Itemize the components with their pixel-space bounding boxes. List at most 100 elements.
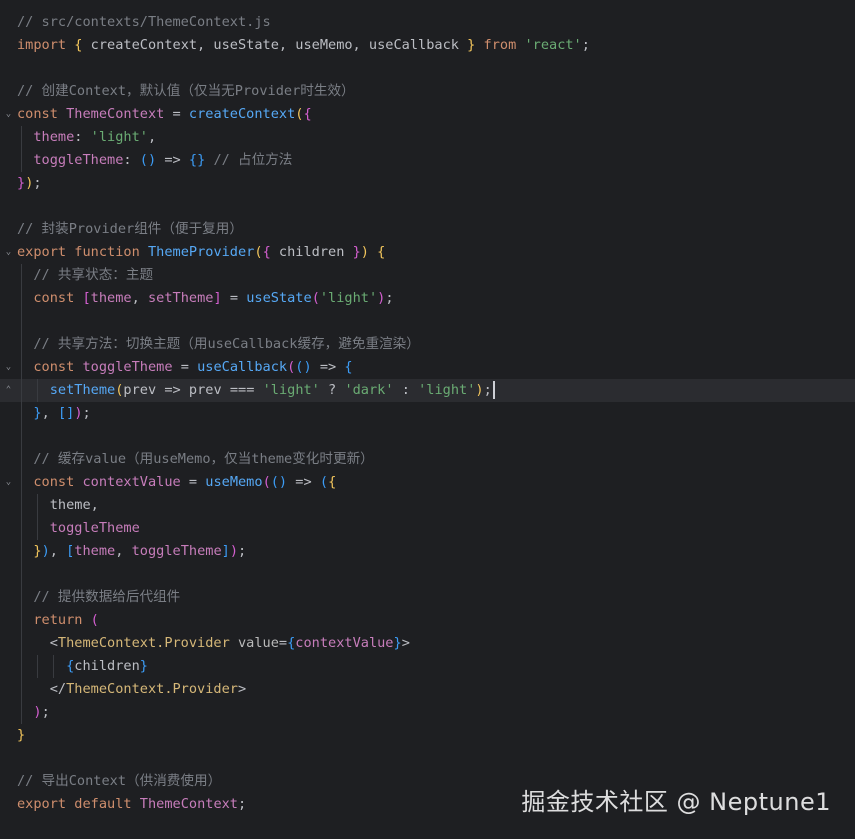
code-token: = [278, 635, 288, 651]
watermark: 掘金技术社区 @ Neptune1 [521, 788, 831, 816]
indent-guide [37, 494, 38, 517]
code-line[interactable] [0, 425, 855, 448]
code-token: const [17, 474, 75, 490]
code-token: ; [581, 37, 590, 53]
code-line[interactable]: ⌃ setTheme(prev => prev === 'light' ? 'd… [0, 379, 855, 402]
indent-guide [21, 356, 22, 379]
code-line[interactable]: }); [0, 172, 855, 195]
indent-guide [21, 471, 22, 494]
indent-guide [53, 655, 54, 678]
code-line[interactable]: // 封装Provider组件（便于复用） [0, 218, 855, 241]
code-line[interactable] [0, 747, 855, 770]
code-line[interactable]: // 共享方法：切换主题（用useCallback缓存，避免重渲染） [0, 333, 855, 356]
code-token: ( [254, 244, 263, 260]
indent-guide [37, 379, 38, 402]
code-line[interactable]: } [0, 724, 855, 747]
code-token: ; [385, 290, 394, 306]
code-line[interactable]: ⌄ const toggleTheme = useCallback(() => … [0, 356, 855, 379]
indent-guide [37, 655, 38, 678]
code-line[interactable]: }, []); [0, 402, 855, 425]
code-line[interactable]: toggleTheme [0, 517, 855, 540]
code-token: , [41, 405, 58, 421]
code-token: contextValue [82, 474, 181, 490]
code-token: theme [17, 129, 75, 145]
code-token: : [123, 152, 140, 168]
code-token: const [17, 359, 75, 375]
code-line[interactable]: ⌄ export function ThemeProvider({ childre… [0, 241, 855, 264]
code-token: setTheme [147, 290, 214, 306]
code-token: } [393, 635, 402, 651]
code-token: , [147, 129, 157, 145]
fold-chevron-icon[interactable]: ⌄ [3, 241, 14, 264]
code-line[interactable]: <ThemeContext.Provider value={contextVal… [0, 632, 855, 655]
code-token: theme [74, 543, 116, 559]
code-token: ) [475, 382, 484, 398]
code-token: toggleTheme [131, 543, 222, 559]
indent-guide [21, 609, 22, 632]
code-line[interactable]: ⌄ const contextValue = useMemo(() => ({ [0, 471, 855, 494]
code-token: // 缓存value（用useMemo，仅当theme变化时更新） [17, 451, 374, 467]
code-token: createContext, useState, useMemo, useCal… [82, 37, 468, 53]
code-line[interactable]: </ThemeContext.Provider> [0, 678, 855, 701]
code-token: 'light' [319, 290, 378, 306]
code-line[interactable]: ); [0, 701, 855, 724]
code-token: ThemeContext.Provider [57, 635, 230, 651]
code-line[interactable]: theme, [0, 494, 855, 517]
indent-guide [21, 494, 22, 517]
code-line[interactable] [0, 57, 855, 80]
code-line[interactable]: {children} [0, 655, 855, 678]
code-line[interactable] [0, 563, 855, 586]
fold-chevron-icon[interactable]: ⌄ [3, 103, 14, 126]
code-token: , [115, 543, 132, 559]
code-editor[interactable]: // src/contexts/ThemeContext.js import { … [0, 11, 855, 816]
code-line[interactable] [0, 310, 855, 333]
indent-guide [21, 678, 22, 701]
code-line[interactable]: import { createContext, useState, useMem… [0, 34, 855, 57]
code-token: 'react' [524, 37, 582, 53]
code-line[interactable] [0, 195, 855, 218]
code-token: ] [213, 290, 222, 306]
code-line[interactable]: // 创建Context，默认值（仅当无Provider时生效） [0, 80, 855, 103]
code-line[interactable]: }), [theme, toggleTheme]); [0, 540, 855, 563]
code-token: ) [33, 704, 42, 720]
code-token: 'light' [262, 382, 320, 398]
code-line[interactable]: const [theme, setTheme] = useState('ligh… [0, 287, 855, 310]
code-token: => [287, 474, 320, 490]
code-token: { [262, 244, 271, 260]
code-token: , [131, 290, 148, 306]
code-token: } [352, 244, 361, 260]
fold-chevron-icon[interactable]: ⌄ [3, 471, 14, 494]
code-token: ) [41, 543, 50, 559]
code-token: function [74, 244, 140, 260]
code-token: import [17, 37, 67, 53]
indent-guide [21, 586, 22, 609]
code-token: => [156, 152, 189, 168]
code-line[interactable]: ⌄ const ThemeContext = createContext({ [0, 103, 855, 126]
code-token: { [303, 106, 312, 122]
code-token: < [17, 635, 58, 651]
code-line[interactable]: toggleTheme: () => {} // 占位方法 [0, 149, 855, 172]
code-token: [ [82, 290, 91, 306]
code-token: () [139, 152, 157, 168]
code-token: ; [82, 405, 91, 421]
code-token: useCallback [197, 359, 288, 375]
indent-guide [21, 264, 22, 287]
code-token: => [156, 382, 189, 398]
code-token: ; [33, 175, 42, 191]
code-token: // 提供数据给后代组件 [17, 589, 181, 605]
code-token: ] [221, 543, 230, 559]
code-token: = [172, 359, 198, 375]
fold-chevron-icon[interactable]: ⌃ [3, 379, 14, 402]
code-line[interactable]: // 共享状态：主题 [0, 264, 855, 287]
code-token: setTheme [17, 382, 116, 398]
code-line[interactable]: // 缓存value（用useMemo，仅当theme变化时更新） [0, 448, 855, 471]
code-line[interactable]: // 提供数据给后代组件 [0, 586, 855, 609]
code-line[interactable]: theme: 'light', [0, 126, 855, 149]
fold-chevron-icon[interactable]: ⌄ [3, 356, 14, 379]
code-line[interactable]: return ( [0, 609, 855, 632]
code-line[interactable]: // src/contexts/ThemeContext.js [0, 11, 855, 34]
code-token: : [393, 382, 419, 398]
code-token: ThemeContext [66, 106, 165, 122]
